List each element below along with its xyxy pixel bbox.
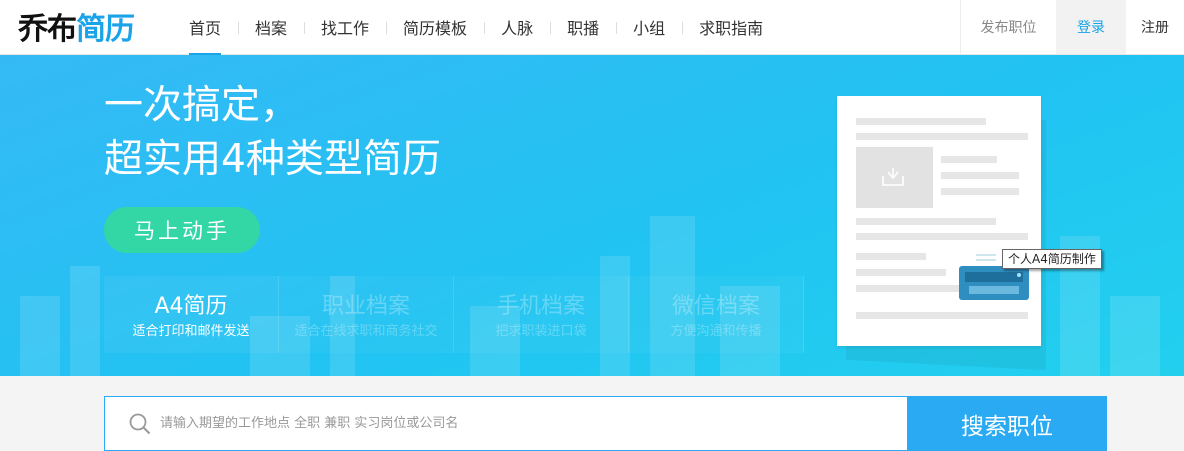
tab-career-profile[interactable]: 职业档案 适合在线求职和商务社交 [279,276,454,353]
tab-title: A4简历 [154,294,228,319]
headline-line-2: 超实用4种类型简历 [104,137,441,182]
hero-banner: 一次搞定， 超实用4种类型简历 马上动手 A4简历 适合打印和邮件发送 职业档案… [0,55,1184,376]
post-job-link[interactable]: 发布职位 [960,0,1056,54]
tab-title: 微信档案 [671,294,760,319]
banner-headline: 一次搞定， 超实用4种类型简历 [104,79,441,187]
tab-a4-resume[interactable]: A4简历 适合打印和邮件发送 [104,276,279,353]
login-link[interactable]: 登录 [1056,0,1126,54]
search-box [104,396,908,451]
job-search-input[interactable] [160,397,890,450]
resume-tooltip: 个人A4简历制作 [1002,249,1102,269]
tab-subtitle: 适合打印和邮件发送 [132,324,250,339]
nav-item-find-job[interactable]: 找工作 [304,0,386,54]
start-now-button[interactable]: 马上动手 [104,207,260,253]
nav-item-career-broadcast[interactable]: 职播 [550,0,616,54]
headline-line-1: 一次搞定， [104,83,300,128]
search-jobs-button[interactable]: 搜索职位 [907,396,1107,451]
logo[interactable]: 乔布 简历 [18,6,135,47]
nav-item-groups[interactable]: 小组 [616,0,682,54]
nav-item-network[interactable]: 人脉 [484,0,550,54]
tab-title: 手机档案 [496,294,585,319]
nav-item-resume-templates[interactable]: 简历模板 [386,0,484,54]
tab-title: 职业档案 [321,294,410,319]
register-link[interactable]: 注册 [1126,0,1184,54]
top-header: 乔布 简历 首页 档案 找工作 简历模板 人脉 职播 小组 求职指南 发布职位 登… [0,0,1184,55]
main-nav: 首页 档案 找工作 简历模板 人脉 职播 小组 求职指南 [172,0,780,55]
resume-type-tabs: A4简历 适合打印和邮件发送 职业档案 适合在线求职和商务社交 手机档案 把求职… [104,276,804,353]
nav-item-profile[interactable]: 档案 [238,0,304,54]
resume-paper-illustration [837,96,1041,346]
search-section: 搜索职位 [0,376,1184,451]
tab-subtitle: 方便沟通和传播 [670,324,762,339]
tab-mobile-profile[interactable]: 手机档案 把求职装进口袋 [454,276,629,353]
nav-item-home[interactable]: 首页 [172,0,238,55]
tab-subtitle: 适合在线求职和商务社交 [294,324,438,339]
tab-wechat-profile[interactable]: 微信档案 方便沟通和传播 [629,276,804,353]
tab-subtitle: 把求职装进口袋 [495,324,587,339]
download-tray-icon [882,168,904,186]
nav-item-job-guide[interactable]: 求职指南 [682,0,780,54]
logo-text-part2: 简历 [76,12,135,47]
user-nav: 发布职位 登录 注册 [960,0,1184,54]
search-icon [129,413,151,435]
logo-text-part1: 乔布 [18,12,77,47]
